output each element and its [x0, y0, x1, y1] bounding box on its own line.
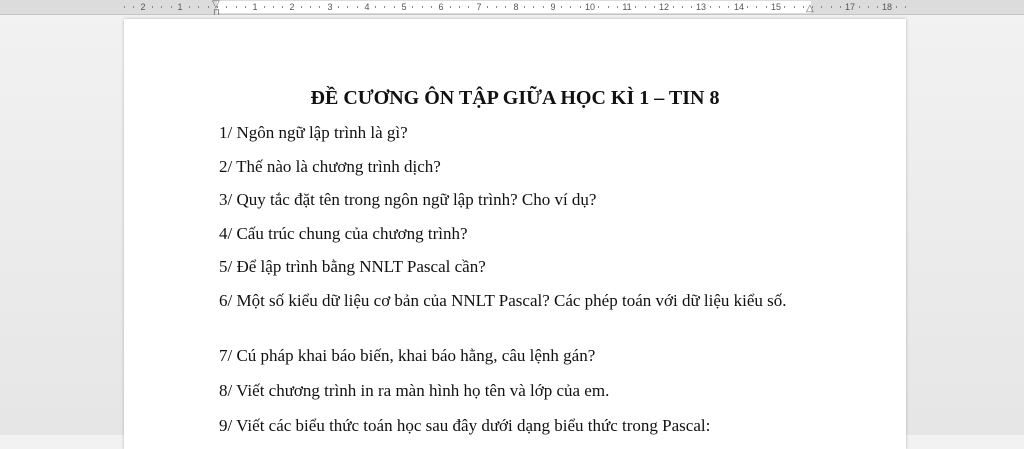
ruler-tick: [338, 6, 339, 8]
ruler-tick: [598, 6, 599, 8]
ruler-tick: [784, 6, 785, 8]
ruler-tick: [896, 6, 897, 8]
ruler-tick: [524, 6, 525, 8]
ruler-tick: [505, 6, 506, 8]
question-2: 2/ Thế nào là chương trình dịch?: [219, 157, 441, 176]
ruler-number: 15: [770, 2, 782, 12]
ruler-tick: [301, 6, 302, 8]
ruler-tick: [682, 6, 683, 8]
ruler-tick: [580, 6, 581, 8]
ruler-tick: [245, 6, 246, 8]
ruler-tick: [821, 6, 822, 8]
ruler-tick: [859, 6, 860, 8]
question-7: 7/ Cú pháp khai báo biến, khai báo hằng,…: [219, 346, 596, 365]
ruler-number: 13: [695, 2, 707, 12]
ruler-tick: [273, 6, 274, 8]
ruler-tick: [719, 6, 720, 8]
ruler-tick: [124, 6, 125, 8]
ruler-tick: [264, 6, 265, 8]
ruler-number: 2: [140, 2, 146, 12]
ruler-tick: [347, 6, 348, 8]
ruler-tick: [431, 6, 432, 8]
ruler-tick: [487, 6, 488, 8]
ruler-number: 14: [733, 2, 745, 12]
ruler-tick: [189, 6, 190, 8]
ruler-tick: [840, 6, 841, 8]
ruler-tick: [728, 6, 729, 8]
ruler-tick: [654, 6, 655, 8]
ruler-number: 8: [513, 2, 519, 12]
question-8: 8/ Viết chương trình in ra màn hình họ t…: [219, 381, 610, 400]
ruler-tick: [171, 6, 172, 8]
ruler-number: 1: [177, 2, 183, 12]
ruler-tick: [226, 6, 227, 8]
ruler-number: 11: [622, 2, 632, 12]
ruler-tick: [803, 6, 804, 8]
ruler-tick: [794, 6, 795, 8]
ruler-tick: [384, 6, 385, 8]
ruler-tick: [608, 6, 609, 8]
ruler-tick: [561, 6, 562, 8]
ruler-number: 6: [438, 2, 444, 12]
document-title: ĐỀ CƯƠNG ÔN TẬP GIỮA HỌC KÌ 1 – TIN 8: [310, 87, 720, 109]
question-1: 1/ Ngôn ngữ lập trình là gì?: [219, 123, 408, 142]
ruler-tick: [877, 6, 878, 8]
ruler-tick: [357, 6, 358, 8]
horizontal-ruler[interactable]: 2 1 1 2 3 4 5 6 7 8 9 10 11 12 13 14 15 17 18 ▽ ⊓ △: [0, 0, 1024, 18]
left-indent-marker[interactable]: ⊓: [213, 8, 220, 18]
ruler-tick: [868, 6, 869, 8]
ruler-tick: [635, 6, 636, 8]
question-6: 6/ Một số kiểu dữ liệu cơ bản của NNLT P…: [219, 291, 787, 310]
ruler-tick: [133, 6, 134, 8]
ruler-tick: [208, 6, 209, 8]
ruler-tick: [319, 6, 320, 8]
ruler-tick: [905, 6, 906, 8]
ruler-tick: [710, 6, 711, 8]
ruler-tick: [617, 6, 618, 8]
ruler-number: 10: [584, 2, 596, 12]
ruler-tick: [645, 6, 646, 8]
ruler-tick: [673, 6, 674, 8]
ruler-tick: [468, 6, 469, 8]
question-4: 4/ Cấu trúc chung của chương trình?: [219, 224, 468, 243]
ruler-tick: [691, 6, 692, 8]
ruler-tick: [394, 6, 395, 8]
ruler-tick: [543, 6, 544, 8]
document-page[interactable]: ĐỀ CƯƠNG ÔN TẬP GIỮA HỌC KÌ 1 – TIN 8 1/…: [124, 19, 906, 449]
ruler-tick: [570, 6, 571, 8]
question-9: 9/ Viết các biểu thức toán học sau đây d…: [219, 416, 711, 435]
ruler-tick: [152, 6, 153, 8]
ruler-tick: [450, 6, 451, 8]
ruler-number: 3: [327, 2, 333, 12]
ruler-number: 4: [364, 2, 370, 12]
ruler-number: 18: [881, 2, 893, 12]
ruler-number: 1: [252, 2, 258, 12]
ruler-tick: [533, 6, 534, 8]
ruler-tick: [496, 6, 497, 8]
ruler-number: 5: [401, 2, 407, 12]
ruler-tick: [747, 6, 748, 8]
ruler-tick: [282, 6, 283, 8]
ruler-number: 9: [550, 2, 556, 12]
ruler-number: 2: [289, 2, 295, 12]
right-indent-marker[interactable]: △: [806, 4, 814, 14]
ruler-tick: [236, 6, 237, 8]
question-5: 5/ Để lập trình bằng NNLT Pascal cần?: [219, 257, 486, 276]
ruler-tick: [422, 6, 423, 8]
question-3: 3/ Quy tắc đặt tên trong ngôn ngữ lập tr…: [219, 190, 597, 209]
ruler-tick: [310, 6, 311, 8]
ruler-number: 12: [658, 2, 670, 12]
ruler-number: 17: [844, 2, 856, 12]
ruler-tick: [412, 6, 413, 8]
ruler-tick: [831, 6, 832, 8]
ruler-number: 7: [476, 2, 482, 12]
ruler-tick: [756, 6, 757, 8]
ruler-tick: [766, 6, 767, 8]
ruler-tick: [375, 6, 376, 8]
ruler-tick: [459, 6, 460, 8]
ruler-tick: [161, 6, 162, 8]
ruler-tick: [198, 6, 199, 8]
